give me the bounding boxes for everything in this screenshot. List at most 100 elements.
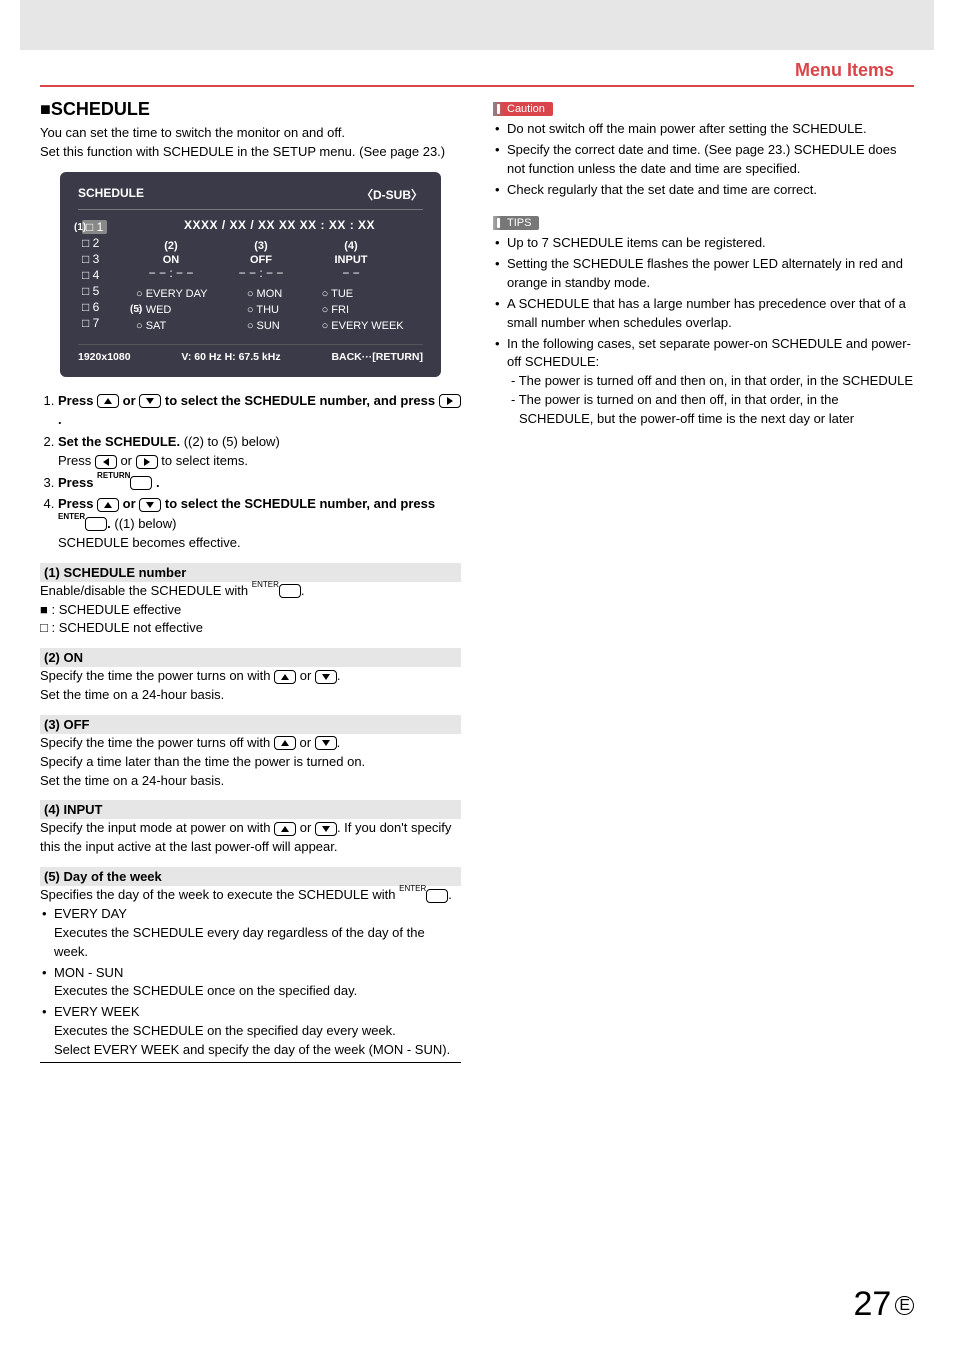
osd-back: BACK···[RETURN]: [331, 351, 423, 363]
day-mon: MON: [247, 288, 302, 300]
callout-1: (1): [74, 222, 86, 233]
end-rule: [40, 1062, 461, 1063]
osd-input-label: INPUT: [335, 254, 368, 266]
down-icon: [315, 822, 337, 836]
right-icon: [439, 394, 461, 408]
callout-5: (5): [130, 304, 142, 315]
step-1: Press or to select the SCHEDULE number, …: [58, 391, 461, 430]
osd-off-val: − − : − −: [239, 266, 284, 280]
enter-icon: [426, 889, 448, 903]
return-label: RETURN: [97, 471, 130, 480]
dow-item-2: EVERY WEEKExecutes the SCHEDULE on the s…: [40, 1003, 461, 1060]
osd-item-5: □ 5: [78, 284, 126, 298]
osd-item-3: □ 3: [78, 252, 126, 266]
return-icon: [130, 476, 152, 490]
osd-days: EVERY DAY MON TUE WED THU FRI SAT SUN EV…: [136, 288, 423, 332]
day-everyweek: EVERY WEEK: [322, 320, 423, 332]
title-rule: [40, 85, 914, 87]
tips-list: Up to 7 SCHEDULE items can be registered…: [493, 234, 914, 428]
content: Menu Items ■SCHEDULE You can set the tim…: [0, 50, 954, 1083]
enter-icon: [279, 584, 301, 598]
osd-off-label: OFF: [250, 254, 272, 266]
osd-source: 〈D-SUB〉: [361, 186, 423, 203]
caution-0: Do not switch off the main power after s…: [493, 120, 914, 139]
desc-3a: Specify the time the power turns off wit…: [40, 734, 461, 753]
down-icon: [315, 670, 337, 684]
right-column: Caution Do not switch off the main power…: [493, 99, 914, 1063]
osd-input-val: − −: [342, 266, 359, 280]
caution-list: Do not switch off the main power after s…: [493, 120, 914, 199]
tip-sub-0: - The power is turned off and then on, i…: [507, 372, 914, 391]
enter-icon: [85, 517, 107, 531]
desc-h4: (4) INPUT: [40, 800, 461, 819]
day-every: EVERY DAY: [136, 288, 227, 300]
desc-1b: : SCHEDULE effective: [40, 601, 461, 620]
day-of-week-list: EVERY DAYExecutes the SCHEDULE every day…: [40, 905, 461, 1060]
header-bar: [20, 0, 934, 50]
desc-4a: Specify the input mode at power on with …: [40, 819, 461, 857]
osd-item-7: □ 7: [78, 316, 126, 330]
up-icon: [274, 736, 296, 750]
desc-5a: Specifies the day of the week to execute…: [40, 886, 461, 905]
up-icon: [274, 670, 296, 684]
osd-item-4: □ 4: [78, 268, 126, 282]
osd-item-6: □ 6: [78, 300, 126, 314]
desc-3e: Set the time on a 24-hour basis.: [40, 772, 461, 791]
intro-1: You can set the time to switch the monit…: [40, 124, 461, 143]
intro-2: Set this function with SCHEDULE in the S…: [40, 143, 461, 162]
enter-label: ENTER: [58, 512, 85, 521]
caution-2: Check regularly that the set date and ti…: [493, 181, 914, 200]
caution-1: Specify the correct date and time. (See …: [493, 141, 914, 179]
day-sat: SAT: [136, 320, 227, 332]
osd-date: XXXX / XX / XX XX XX : XX : XX: [136, 218, 423, 232]
desc-1a: Enable/disable the SCHEDULE with ENTER.: [40, 582, 461, 601]
dow-item-1: MON - SUNExecutes the SCHEDULE once on t…: [40, 964, 461, 1002]
tip-3: In the following cases, set separate pow…: [493, 335, 914, 429]
heading-text: SCHEDULE: [51, 99, 150, 119]
heading-bullet: ■: [40, 99, 51, 119]
day-thu: THU: [247, 304, 302, 316]
step-3: Press RETURN .: [58, 473, 461, 493]
left-icon: [95, 455, 117, 469]
caution-tag: Caution: [493, 102, 553, 116]
section-title: Menu Items: [40, 60, 914, 81]
down-icon: [139, 394, 161, 408]
callout-3: (3): [254, 240, 267, 252]
up-icon: [274, 822, 296, 836]
tips-tag: TIPS: [493, 216, 539, 230]
up-icon: [97, 498, 119, 512]
callout-4: (4): [344, 240, 357, 252]
osd-freq: V: 60 Hz H: 67.5 kHz: [181, 351, 280, 363]
desc-3d: Specify a time later than the time the p…: [40, 753, 461, 772]
day-tue: TUE: [322, 288, 423, 300]
page-number-suffix: E: [895, 1296, 914, 1315]
tip-1: Setting the SCHEDULE flashes the power L…: [493, 255, 914, 293]
page-number: 27E: [854, 1285, 915, 1324]
schedule-heading: ■SCHEDULE: [40, 99, 461, 120]
osd-on-val: − − : − −: [149, 266, 194, 280]
osd-item-2: □ 2: [78, 236, 126, 250]
down-icon: [139, 498, 161, 512]
desc-2d: Set the time on a 24-hour basis.: [40, 686, 461, 705]
desc-h2: (2) ON: [40, 648, 461, 667]
osd-on-label: ON: [163, 254, 180, 266]
osd-res: 1920x1080: [78, 351, 131, 363]
day-wed: WED: [136, 304, 227, 316]
desc-h3: (3) OFF: [40, 715, 461, 734]
desc-1c: : SCHEDULE not effective: [40, 619, 461, 638]
left-column: ■SCHEDULE You can set the time to switch…: [40, 99, 461, 1063]
osd-schedule-list: (1) □ 1 □ 2 □ 3 □ 4 □ 5 □ 6 □ 7: [78, 218, 126, 332]
tip-0: Up to 7 SCHEDULE items can be registered…: [493, 234, 914, 253]
osd-panel: SCHEDULE 〈D-SUB〉 (1) □ 1 □ 2 □ 3 □ 4 □ 5…: [60, 172, 441, 377]
callout-2: (2): [164, 240, 177, 252]
osd-title: SCHEDULE: [78, 186, 144, 203]
day-sun: SUN: [247, 320, 302, 332]
desc-2a: Specify the time the power turns on with…: [40, 667, 461, 686]
day-fri: FRI: [322, 304, 423, 316]
steps-list: Press or to select the SCHEDULE number, …: [40, 391, 461, 553]
down-icon: [315, 736, 337, 750]
tip-2: A SCHEDULE that has a large number has p…: [493, 295, 914, 333]
desc-h5: (5) Day of the week: [40, 867, 461, 886]
tip-sub-1: - The power is turned on and then off, i…: [507, 391, 914, 429]
step-4: Press or to select the SCHEDULE number, …: [58, 494, 461, 553]
